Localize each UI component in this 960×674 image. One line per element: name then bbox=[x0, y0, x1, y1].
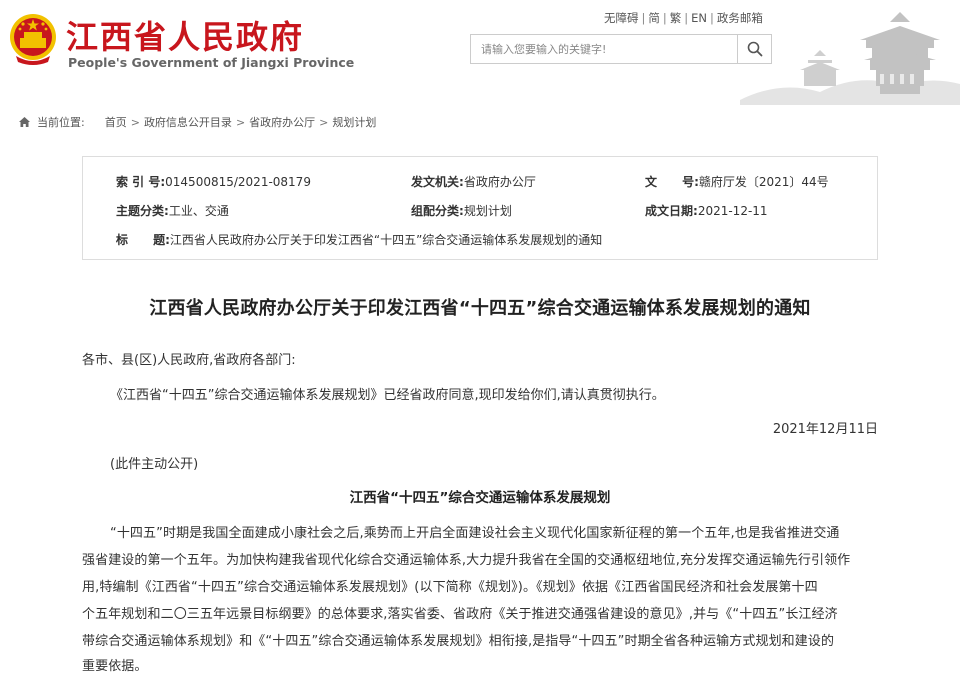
site-header: 江西省人民政府 People's Government of Jiangxi P… bbox=[0, 0, 960, 105]
info-key: 成文日期: bbox=[645, 204, 698, 218]
info-title: 标 题:江西省人民政府办公厅关于印发江西省“十四五”综合交通运输体系发展规划的通… bbox=[116, 231, 602, 248]
pavilion-illustration-icon bbox=[740, 12, 960, 105]
info-key: 主题分类: bbox=[116, 204, 169, 218]
body-line: “十四五”时期是我国全面建成小康社会之后,乘势而上开启全面建设社会主义现代化国家… bbox=[110, 526, 840, 541]
document-info-box: 索 引 号:014500815/2021-08179 发文机关:省政府办公厅 文… bbox=[82, 156, 878, 260]
plan-title: 江西省“十四五”综合交通运输体系发展规划 bbox=[349, 490, 611, 506]
breadcrumb-gov-info-catalog[interactable]: 政府信息公开目录 bbox=[144, 114, 232, 130]
info-topic: 主题分类:工业、交通 bbox=[116, 202, 229, 219]
home-icon bbox=[19, 117, 30, 127]
simplified-chinese-link[interactable]: 简 bbox=[648, 11, 660, 25]
link-separator: | bbox=[662, 11, 667, 25]
disclosure-note: (此件主动公开) bbox=[110, 457, 199, 472]
info-value: 014500815/2021-08179 bbox=[165, 175, 311, 189]
info-value: 2021-12-11 bbox=[697, 204, 768, 218]
salutation: 各市、县(区)人民政府,省政府各部门: bbox=[82, 353, 296, 368]
national-emblem-icon[interactable] bbox=[8, 12, 58, 66]
page-title: 江西省人民政府办公厅关于印发江西省“十四五”综合交通运输体系发展规划的通知 bbox=[149, 298, 811, 319]
link-separator: | bbox=[710, 11, 714, 25]
site-subtitle: People's Government of Jiangxi Province bbox=[68, 55, 355, 70]
breadcrumb-plans[interactable]: 规划计划 bbox=[332, 114, 376, 130]
notice-paragraph: 《江西省“十四五”综合交通运输体系发展规划》已经省政府同意,现印发给你们,请认真… bbox=[110, 388, 665, 403]
info-doc-no: 文 号:赣府厅发〔2021〕44号 bbox=[645, 173, 829, 190]
info-value: 规划计划 bbox=[463, 204, 512, 218]
info-value: 江西省人民政府办公厅关于印发江西省“十四五”综合交通运输体系发展规划的通知 bbox=[169, 233, 603, 247]
breadcrumb-separator: > bbox=[235, 115, 246, 129]
info-issuer: 发文机关:省政府办公厅 bbox=[411, 173, 536, 190]
info-key: 标 题: bbox=[116, 233, 170, 247]
site-title[interactable]: 江西省人民政府 bbox=[66, 12, 304, 58]
body-line: 用,特编制《江西省“十四五”综合交通运输体系发展规划》(以下简称《规划》)。《规… bbox=[82, 580, 818, 595]
info-value: 省政府办公厅 bbox=[463, 175, 536, 189]
info-key: 文 号: bbox=[645, 175, 699, 189]
breadcrumb: 当前位置: 首页 > 政府信息公开目录 > 省政府办公厅 > 规划计划 bbox=[18, 114, 376, 130]
info-index-no: 索 引 号:014500815/2021-08179 bbox=[116, 173, 311, 190]
search-input[interactable] bbox=[471, 35, 737, 63]
breadcrumb-separator: > bbox=[130, 115, 140, 129]
traditional-chinese-link[interactable]: 繁 bbox=[670, 11, 682, 25]
breadcrumb-separator: > bbox=[319, 115, 329, 129]
breadcrumb-gov-office[interactable]: 省政府办公厅 bbox=[249, 114, 315, 130]
breadcrumb-label: 当前位置: bbox=[37, 116, 85, 129]
info-category: 组配分类:规划计划 bbox=[411, 202, 512, 219]
info-key: 索 引 号: bbox=[116, 175, 166, 189]
info-value: 赣府厅发〔2021〕44号 bbox=[698, 175, 829, 189]
link-separator: | bbox=[641, 11, 646, 25]
search-box bbox=[470, 34, 772, 64]
info-key: 组配分类: bbox=[411, 204, 464, 218]
body-line: 强省建设的第一个五年。为加快构建我省现代化综合交通运输体系,大力提升我省在全国的… bbox=[82, 553, 851, 568]
info-value: 工业、交通 bbox=[168, 204, 229, 218]
english-link[interactable]: EN bbox=[691, 11, 707, 25]
body-line: 个五年规划和二〇三五年远景目标纲要》的总体要求,落实省委、省政府《关于推进交通强… bbox=[82, 607, 838, 622]
link-separator: | bbox=[684, 11, 689, 25]
info-key: 发文机关: bbox=[411, 175, 464, 189]
body-line: 重要依据。 bbox=[82, 659, 148, 674]
breadcrumb-home[interactable]: 首页 bbox=[105, 114, 127, 130]
accessibility-link[interactable]: 无障碍 bbox=[604, 11, 639, 25]
body-line: 带综合交通运输体系规划》和《“十四五”综合交通运输体系发展规划》相衔接,是指导“… bbox=[82, 634, 835, 649]
issue-date: 2021年12月11日 bbox=[772, 422, 878, 437]
info-date: 成文日期:2021-12-11 bbox=[645, 202, 768, 219]
